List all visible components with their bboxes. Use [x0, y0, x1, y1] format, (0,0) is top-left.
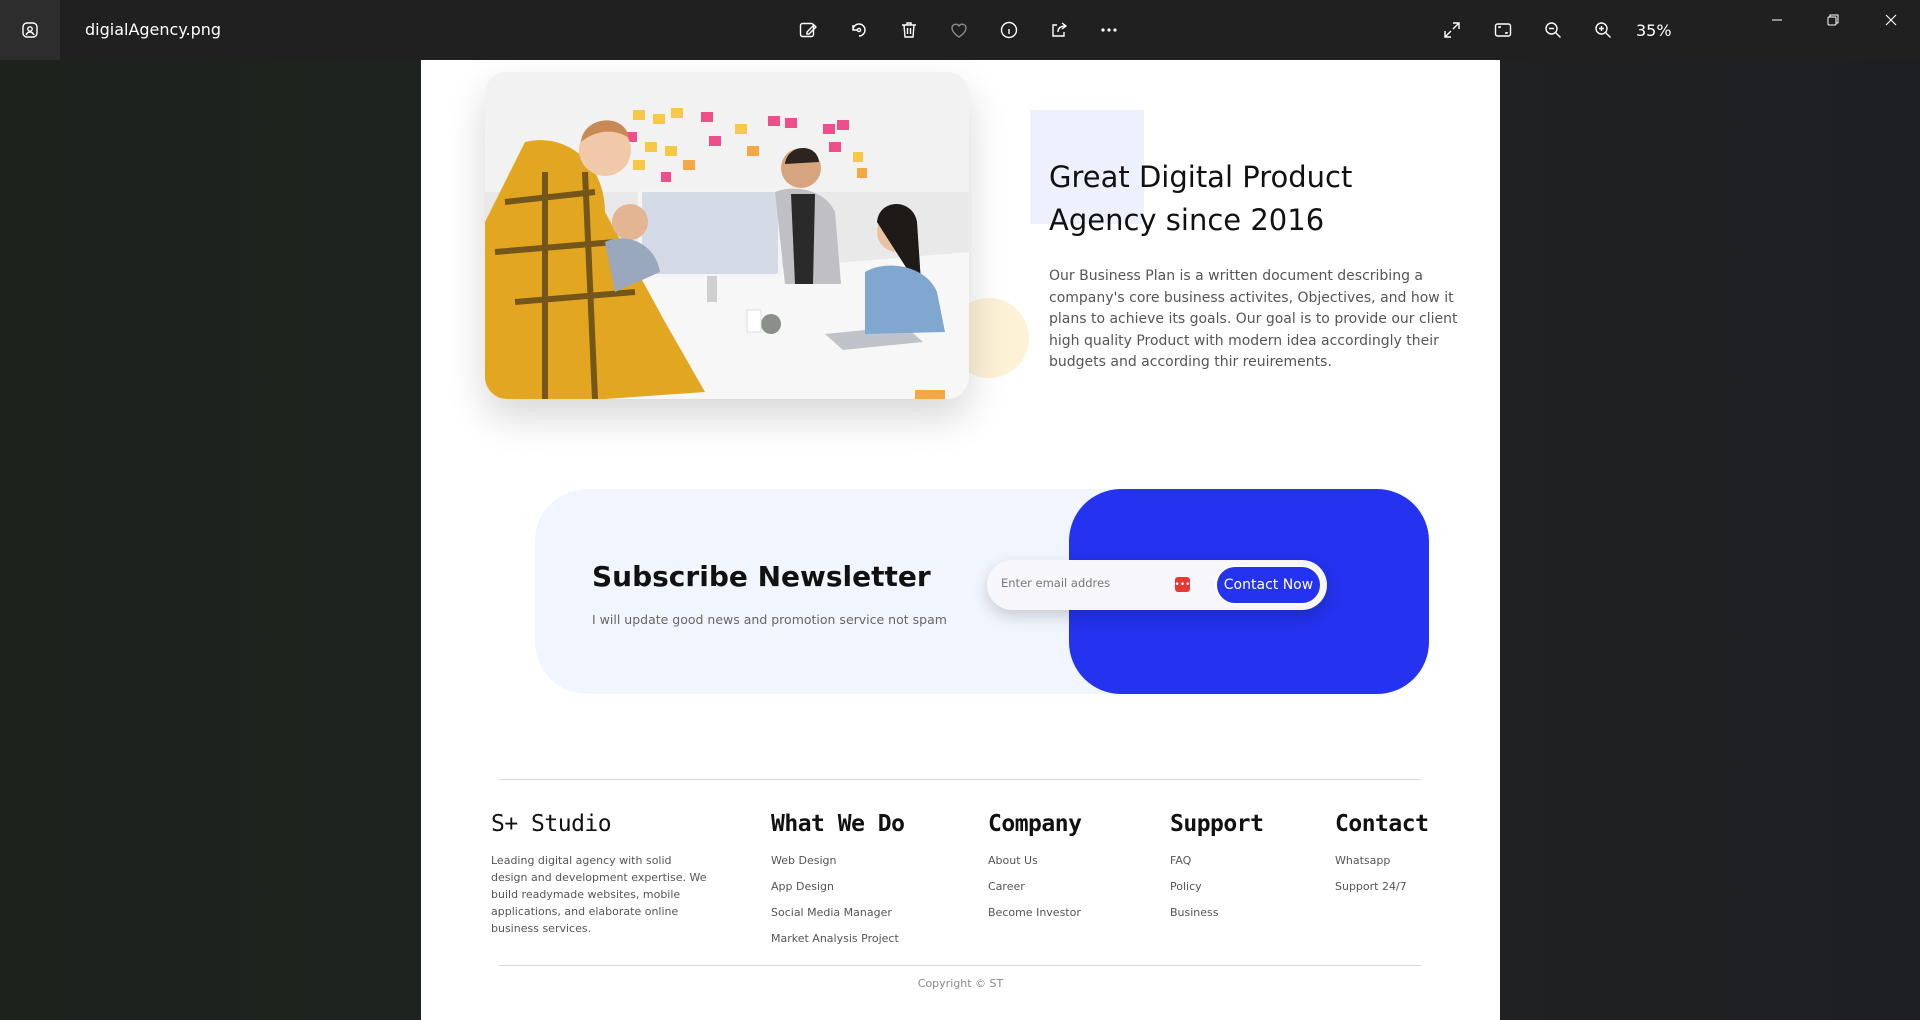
share-icon[interactable]: [1043, 14, 1075, 46]
footer-link[interactable]: Web Design: [771, 852, 899, 878]
footer-heading-company: Company: [988, 811, 1082, 837]
footer-link[interactable]: Career: [988, 878, 1081, 904]
footer-links-support: FAQ Policy Business: [1170, 852, 1219, 930]
footer-bottom-divider: [499, 965, 1421, 966]
footer-heading-contact: Contact: [1335, 811, 1429, 837]
footer-links-what-we-do: Web Design App Design Social Media Manag…: [771, 852, 899, 956]
autofill-icon[interactable]: •••: [1175, 577, 1190, 592]
rotate-icon[interactable]: [843, 14, 875, 46]
footer-heading-what-we-do: What We Do: [771, 811, 905, 837]
newsletter-subtitle: I will update good news and promotion se…: [592, 612, 947, 627]
restore-icon[interactable]: [1810, 0, 1856, 40]
favorite-icon[interactable]: [943, 14, 975, 46]
footer-link[interactable]: Social Media Manager: [771, 904, 899, 930]
email-field[interactable]: [1001, 576, 1161, 590]
minimize-icon[interactable]: [1754, 0, 1800, 40]
info-icon[interactable]: [993, 14, 1025, 46]
footer-link[interactable]: App Design: [771, 878, 899, 904]
zoom-level[interactable]: 35%: [1636, 21, 1672, 40]
footer-link[interactable]: Market Analysis Project: [771, 930, 899, 956]
newsletter-title: Subscribe Newsletter: [592, 560, 931, 593]
hero-description: Our Business Plan is a written document …: [1049, 268, 1458, 370]
footer-links-company: About Us Career Become Investor: [988, 852, 1081, 930]
email-form: ••• Contact Now: [987, 560, 1327, 610]
more-icon[interactable]: [1093, 14, 1125, 46]
footer-link[interactable]: Become Investor: [988, 904, 1081, 930]
hero-title: Great Digital Product Agency since 2016: [1049, 160, 1353, 237]
file-name: digialAgency.png: [85, 20, 222, 39]
team-meeting-photo: [485, 72, 969, 399]
photos-app-icon[interactable]: [0, 0, 60, 60]
fullscreen-icon[interactable]: [1436, 14, 1468, 46]
viewer-titlebar: digialAgency.png 35%: [0, 0, 1920, 60]
delete-icon[interactable]: [893, 14, 925, 46]
footer-link[interactable]: Business: [1170, 904, 1219, 930]
contact-now-button[interactable]: Contact Now: [1215, 565, 1322, 605]
footer-top-divider: [499, 779, 1421, 780]
footer-links-contact: Whatsapp Support 24/7: [1335, 852, 1407, 904]
footer-brand: S+ Studio: [491, 811, 612, 837]
footer-link[interactable]: Support 24/7: [1335, 878, 1407, 904]
edit-image-icon[interactable]: [792, 14, 824, 46]
footer-heading-support: Support: [1170, 811, 1264, 837]
footer-link[interactable]: About Us: [988, 852, 1081, 878]
footer-link[interactable]: FAQ: [1170, 852, 1219, 878]
footer-link[interactable]: Policy: [1170, 878, 1219, 904]
footer-brand-description: Leading digital agency with solid design…: [491, 854, 707, 935]
zoom-in-icon[interactable]: [1587, 14, 1619, 46]
footer-link[interactable]: Whatsapp: [1335, 852, 1407, 878]
displayed-image: Great Digital Product Agency since 2016 …: [421, 60, 1500, 1020]
fit-icon[interactable]: [1487, 14, 1519, 46]
zoom-out-icon[interactable]: [1537, 14, 1569, 46]
copyright-text: Copyright © ST: [917, 977, 1004, 990]
close-icon[interactable]: [1868, 0, 1914, 40]
